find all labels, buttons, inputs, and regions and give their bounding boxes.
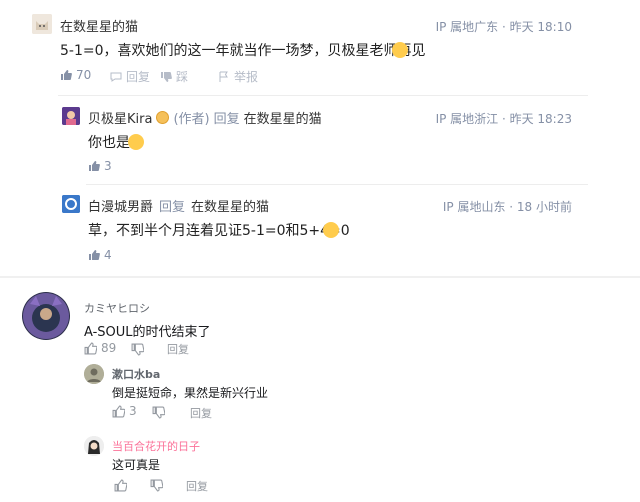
comment-text: 这可真是	[112, 458, 161, 472]
avatar[interactable]	[62, 195, 80, 213]
reply-target-name[interactable]: 在数星星的猫	[244, 108, 322, 127]
kiss-emoji-icon	[128, 134, 144, 150]
like-button[interactable]: 4	[88, 248, 112, 262]
comment-author-name[interactable]: 当百合花开的日子	[112, 438, 200, 454]
comment-text: 你也是	[88, 135, 130, 151]
comment-author-name[interactable]: 白漫城男爵	[88, 196, 153, 215]
like-count: 4	[104, 248, 112, 262]
divider	[58, 95, 588, 96]
avatar[interactable]	[62, 107, 80, 125]
pendant-avatar-icon	[23, 293, 69, 339]
avatar[interactable]	[32, 14, 52, 34]
like-button[interactable]: 3	[112, 404, 137, 418]
thumbs-down-icon	[150, 479, 164, 492]
dislike-button[interactable]: 踩	[160, 68, 188, 85]
like-count: 3	[129, 404, 137, 418]
like-count: 89	[101, 341, 117, 355]
divider	[86, 184, 588, 185]
comment-ip-time: IP 属地浙江 · 昨天 18:23	[435, 112, 572, 126]
avatar[interactable]	[22, 292, 70, 340]
reply-target-name[interactable]: 在数星星的猫	[191, 196, 269, 215]
like-button[interactable]: 3	[88, 159, 112, 173]
comment-ip-time: IP 属地山东 · 18 小时前	[442, 200, 572, 214]
user-avatar-icon	[84, 436, 104, 456]
avatar[interactable]	[84, 364, 104, 384]
comment-author-name[interactable]: 在数星星的猫	[60, 16, 138, 35]
like-count: 3	[104, 159, 112, 173]
thumbs-up-icon	[114, 479, 128, 492]
comment-text: 倒是挺短命，果然是新兴行业	[112, 386, 269, 400]
crying-emoji-icon	[392, 42, 408, 58]
cat-avatar-icon	[32, 14, 52, 34]
avatar[interactable]	[84, 436, 104, 456]
reply-button[interactable]: 回复	[186, 478, 208, 494]
dislike-button[interactable]	[152, 404, 166, 423]
comment-text: 5-1=0，喜欢她们的这一年就当作一场梦，贝极星老师再见	[60, 43, 426, 59]
comment-author-name[interactable]: 漱口水ba	[112, 366, 160, 382]
reply-icon	[110, 72, 122, 82]
section-divider	[0, 276, 640, 278]
like-button[interactable]: 70	[60, 68, 91, 82]
reply-label: 回复	[213, 112, 240, 127]
thumbs-up-icon	[89, 250, 100, 260]
thumbs-up-icon	[61, 70, 72, 80]
comment-text: A-SOUL的时代结束了	[84, 325, 211, 340]
logo-avatar-icon	[62, 195, 80, 213]
comment-author-name[interactable]: 贝极星Kira	[88, 108, 152, 127]
thumbs-up-icon	[112, 405, 125, 417]
thumbs-down-icon	[131, 343, 145, 356]
verified-badge-icon	[156, 111, 170, 124]
comment-text: 草，不到半个月连着见证5-1=0和5+4=0	[88, 223, 350, 239]
reply-button[interactable]: 回复	[167, 341, 189, 357]
thumbs-down-icon	[161, 71, 172, 82]
dislike-button[interactable]	[131, 341, 145, 360]
dislike-button[interactable]	[150, 477, 164, 496]
like-button[interactable]: 89	[84, 341, 116, 355]
reply-button[interactable]: 回复	[190, 405, 212, 421]
thumbs-up-icon	[89, 161, 100, 171]
report-button[interactable]: 举报	[218, 68, 258, 85]
laughing-emoji-icon	[323, 222, 339, 238]
anime-avatar-icon	[62, 107, 80, 125]
like-count: 70	[76, 68, 92, 82]
like-button[interactable]	[114, 477, 128, 496]
flag-icon	[219, 71, 228, 82]
comment-ip-time: IP 属地广东 · 昨天 18:10	[435, 20, 572, 34]
reply-button[interactable]: 回复	[110, 68, 150, 85]
author-tag: (作者)	[173, 112, 210, 127]
user-avatar-icon	[84, 364, 104, 384]
thumbs-up-icon	[84, 342, 97, 354]
reply-label: 回复	[159, 200, 186, 215]
comment-author-name[interactable]: カミヤヒロシ	[84, 300, 150, 316]
thumbs-down-icon	[152, 406, 166, 419]
